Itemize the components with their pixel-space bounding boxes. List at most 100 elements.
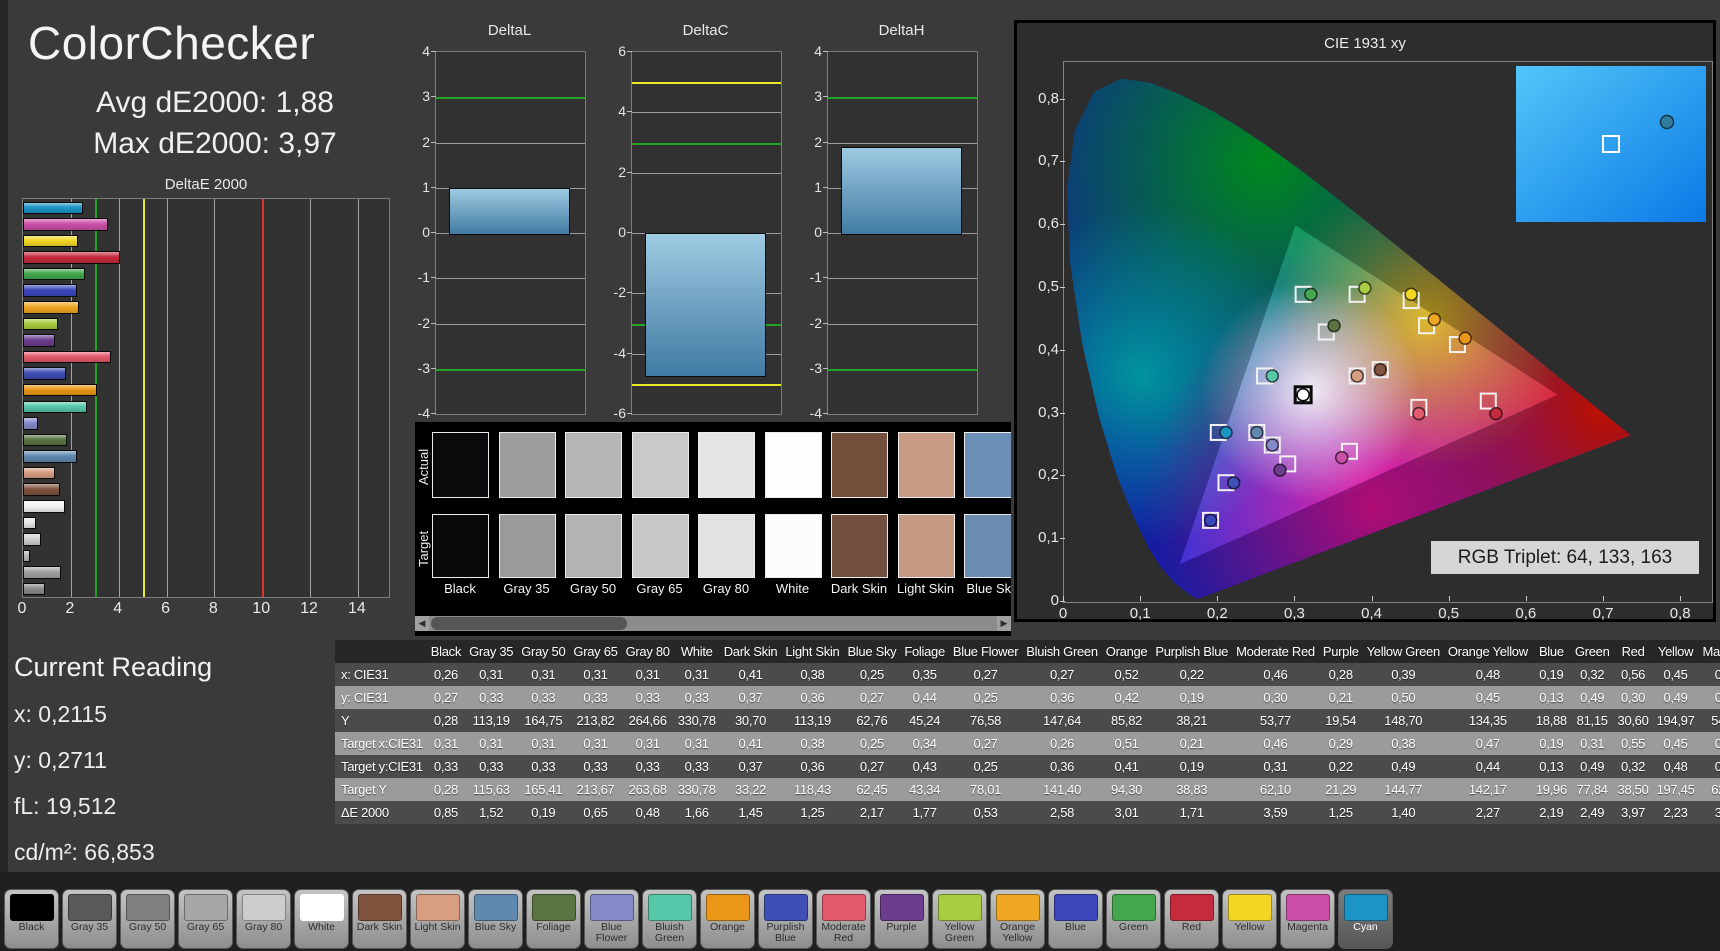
- cie1931-panel: CIE 1931 xy 0,8 0,7 0,6 0,5 0,4 0,3 0,2 0,1 0 0 0,…: [1014, 20, 1716, 622]
- scroll-right-icon[interactable]: ▶: [997, 616, 1011, 631]
- patch-color-chip: [357, 894, 402, 921]
- table-cell: 330,78: [677, 782, 716, 797]
- table-cell: 85,82: [1111, 713, 1143, 728]
- patch-button-moderate-red[interactable]: Moderate Red: [816, 889, 871, 949]
- table-cell: 0,55: [1620, 736, 1646, 751]
- patch-button-label: Blue: [1064, 921, 1086, 933]
- actual-row-label: Actual: [416, 448, 431, 486]
- patch-button-orange-yellow[interactable]: Orange Yellow: [990, 889, 1045, 949]
- max-de2000-readout: Max dE2000: 3,97: [93, 127, 337, 160]
- patch-button-blue[interactable]: Blue: [1048, 889, 1103, 949]
- patch-button-gray-35[interactable]: Gray 35: [62, 889, 117, 949]
- target-swatch-blue-sky: [964, 514, 1011, 578]
- deltac-chart: DeltaC 6 4 2 0 -2 -4 -6: [608, 22, 782, 442]
- table-cell: 330,78: [677, 713, 716, 728]
- delta-bar: [449, 187, 570, 235]
- table-cell: 0,19: [1179, 759, 1204, 774]
- table-cell: 0,27: [973, 667, 998, 682]
- patch-button-white[interactable]: White: [294, 889, 349, 949]
- deltae-bar-yellow-green: [23, 317, 59, 331]
- table-col-blue-sky: Blue Sky: [847, 644, 897, 659]
- table-cell: 3,97: [1620, 805, 1646, 820]
- patch-button-purplish-blue[interactable]: Purplish Blue: [758, 889, 813, 949]
- table-cell: 3,47: [1714, 805, 1720, 820]
- tick-mark: [823, 232, 828, 233]
- target-swatch-dark-skin: [831, 514, 888, 578]
- cie-measured-dot-yellow: [1404, 287, 1418, 302]
- tick-mark: [431, 322, 436, 324]
- table-cell: 1,52: [479, 805, 504, 820]
- table-cell: 3,01: [1114, 805, 1139, 820]
- table-cell: 0,31: [583, 736, 608, 751]
- table-cell: 113,19: [472, 713, 510, 728]
- cie-measured-dot-red: [1489, 406, 1503, 421]
- table-cell: 0,33: [531, 690, 556, 705]
- tick-label: 2: [422, 133, 430, 150]
- patch-button-light-skin[interactable]: Light Skin: [410, 889, 465, 949]
- cie-y-tick-mark: [1060, 161, 1065, 163]
- patch-button-blue-flower[interactable]: Blue Flower: [584, 889, 639, 949]
- swatch-label: Gray 65: [636, 581, 683, 596]
- deltae-gridline: [310, 199, 312, 597]
- scrollbar-thumb[interactable]: [431, 617, 627, 630]
- scroll-left-icon[interactable]: ◀: [415, 616, 429, 631]
- table-cell: 38,83: [1176, 782, 1208, 797]
- target-row-label: Target: [416, 530, 431, 568]
- table-cell: 0,41: [1114, 759, 1139, 774]
- actual-swatch-blue-sky: [964, 432, 1011, 498]
- table-cell: 2,49: [1580, 805, 1605, 820]
- table-cell: 33,22: [734, 782, 767, 797]
- deltal-title: DeltaL: [487, 22, 532, 39]
- table-cell: 2,58: [1049, 805, 1075, 820]
- row-label: x: CIE31: [341, 667, 389, 682]
- ref-line-yellow: [632, 82, 781, 85]
- patch-button-cyan[interactable]: Cyan: [1338, 889, 1393, 949]
- patch-button-red[interactable]: Red: [1164, 889, 1219, 949]
- row-label: y: CIE31: [341, 690, 389, 705]
- patch-button-dark-skin[interactable]: Dark Skin: [352, 889, 407, 949]
- deltae-ref-line-red: [262, 199, 265, 597]
- table-cell: 0,31: [635, 736, 660, 751]
- patch-color-chip: [183, 894, 228, 921]
- table-cell: 0,31: [684, 736, 709, 751]
- table-cell: 0,26: [1049, 736, 1075, 751]
- patch-button-yellow-green[interactable]: Yellow Green: [932, 889, 987, 949]
- cie-y-tick: 0,3: [1038, 403, 1059, 421]
- table-cell: 0,33: [635, 690, 660, 705]
- patch-button-gray-50[interactable]: Gray 50: [120, 889, 175, 949]
- tick-label: 0: [422, 224, 430, 240]
- table-cell: 0,52: [1114, 667, 1139, 682]
- patch-button-yellow[interactable]: Yellow: [1222, 889, 1277, 949]
- swatch-label: Black: [444, 581, 476, 596]
- deltae-bar-blue-flower: [23, 417, 38, 430]
- patch-button-label: Dark Skin: [356, 921, 403, 933]
- tick-label: -3: [417, 359, 430, 376]
- tick-label: 6: [618, 43, 626, 59]
- patch-button-black[interactable]: Black: [4, 889, 59, 949]
- patch-button-magenta[interactable]: Magenta: [1280, 889, 1335, 949]
- patch-button-gray-80[interactable]: Gray 80: [236, 889, 291, 949]
- cie-measured-dot-moderate-red: [1412, 406, 1426, 421]
- patch-button-bluish-green[interactable]: Bluish Green: [642, 889, 697, 949]
- table-cell: 62,76: [856, 713, 888, 728]
- patch-button-blue-sky[interactable]: Blue Sky: [468, 889, 523, 949]
- patch-button-green[interactable]: Green: [1106, 889, 1161, 949]
- cie-y-tick: 0,4: [1038, 340, 1059, 358]
- table-cell: 0,30: [1620, 690, 1646, 705]
- target-swatch-black: [432, 514, 489, 578]
- table-cell: 0,23: [1714, 690, 1720, 705]
- swatch-scrollbar[interactable]: ◀ ▶: [415, 616, 1011, 631]
- deltae-gridline: [357, 199, 359, 597]
- table-col-blue-flower: Blue Flower: [952, 644, 1019, 659]
- gridline: [632, 112, 781, 114]
- patch-button-foliage[interactable]: Foliage: [526, 889, 581, 949]
- patch-button-purple[interactable]: Purple: [874, 889, 929, 949]
- deltal-plot: [435, 51, 586, 415]
- tick-label: -3: [809, 359, 822, 376]
- patch-button-gray-65[interactable]: Gray 65: [178, 889, 233, 949]
- table-cell: 0,19: [1179, 690, 1204, 705]
- tick-label: -4: [809, 405, 822, 421]
- table-cell: 0,85: [433, 805, 458, 820]
- patch-button-orange[interactable]: Orange: [700, 889, 755, 949]
- table-cell: 1,25: [1328, 805, 1353, 820]
